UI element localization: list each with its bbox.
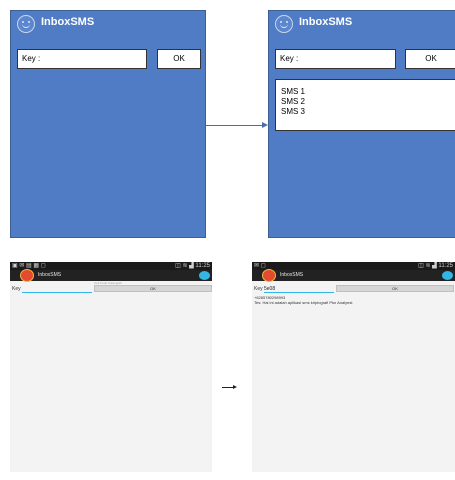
flow-arrow-line (206, 125, 264, 126)
sms-item[interactable]: SMS 3 (281, 107, 455, 117)
status-icons-right: ◫ ≋ ▟ 11:25 (175, 263, 210, 269)
action-bar: InboxSMS (252, 269, 455, 282)
arrow-right-icon (233, 385, 237, 389)
mockup-before-screen: InboxSMS Key : OK (10, 10, 206, 238)
mockup-after-screen: InboxSMS Key : OK SMS 1 SMS 2 SMS 3 (268, 10, 455, 238)
menu-icon[interactable] (199, 271, 210, 280)
key-label: Key (254, 286, 263, 292)
app-title: InboxSMS (41, 16, 95, 28)
app-title: InboxSMS (280, 272, 304, 278)
status-icons-left: ✉ ◻ (254, 263, 266, 269)
ok-button[interactable]: OK (157, 49, 201, 69)
key-input[interactable]: Key : (17, 49, 147, 69)
key-label: Key (12, 286, 21, 292)
key-input[interactable]: 5e08 (264, 286, 334, 293)
key-input[interactable] (22, 286, 92, 293)
sms-item[interactable]: SMS 1 (281, 87, 455, 97)
status-icons-right: ◫ ≋ ▟ 11:25 (418, 263, 453, 269)
smiley-icon (275, 15, 293, 33)
status-bar: ✉ ◻ ◫ ≋ ▟ 11:25 (252, 262, 455, 270)
phone-screenshot-before: ▣ ✉ ▤ ▦ ◻ ◫ ≋ ▟ 11:25 InboxSMS Cek Kode … (10, 262, 212, 472)
status-bar: ▣ ✉ ▤ ▦ ◻ ◫ ≋ ▟ 11:25 (10, 262, 212, 270)
ok-button[interactable]: OK (336, 285, 454, 292)
message-text: Tes: Hai ini adalah aplikasi sms kriptog… (254, 300, 353, 305)
app-title: InboxSMS (299, 16, 353, 28)
sms-list: SMS 1 SMS 2 SMS 3 (275, 79, 455, 131)
phone-screenshot-after: ✉ ◻ ◫ ≋ ▟ 11:25 InboxSMS Key 5e08 OK +62… (252, 262, 455, 472)
menu-icon[interactable] (442, 271, 453, 280)
action-bar: InboxSMS (10, 269, 212, 282)
sms-item[interactable]: SMS 2 (281, 97, 455, 107)
sms-message[interactable]: +6285780298993 Tes: Hai ini adalah aplik… (254, 295, 452, 305)
ok-button[interactable]: OK (405, 49, 455, 69)
app-title: InboxSMS (38, 272, 62, 278)
ok-button[interactable]: OK (94, 285, 212, 292)
app-logo-icon (20, 269, 34, 282)
smiley-icon (17, 15, 35, 33)
key-input[interactable]: Key : (275, 49, 396, 69)
app-logo-icon (262, 269, 276, 282)
